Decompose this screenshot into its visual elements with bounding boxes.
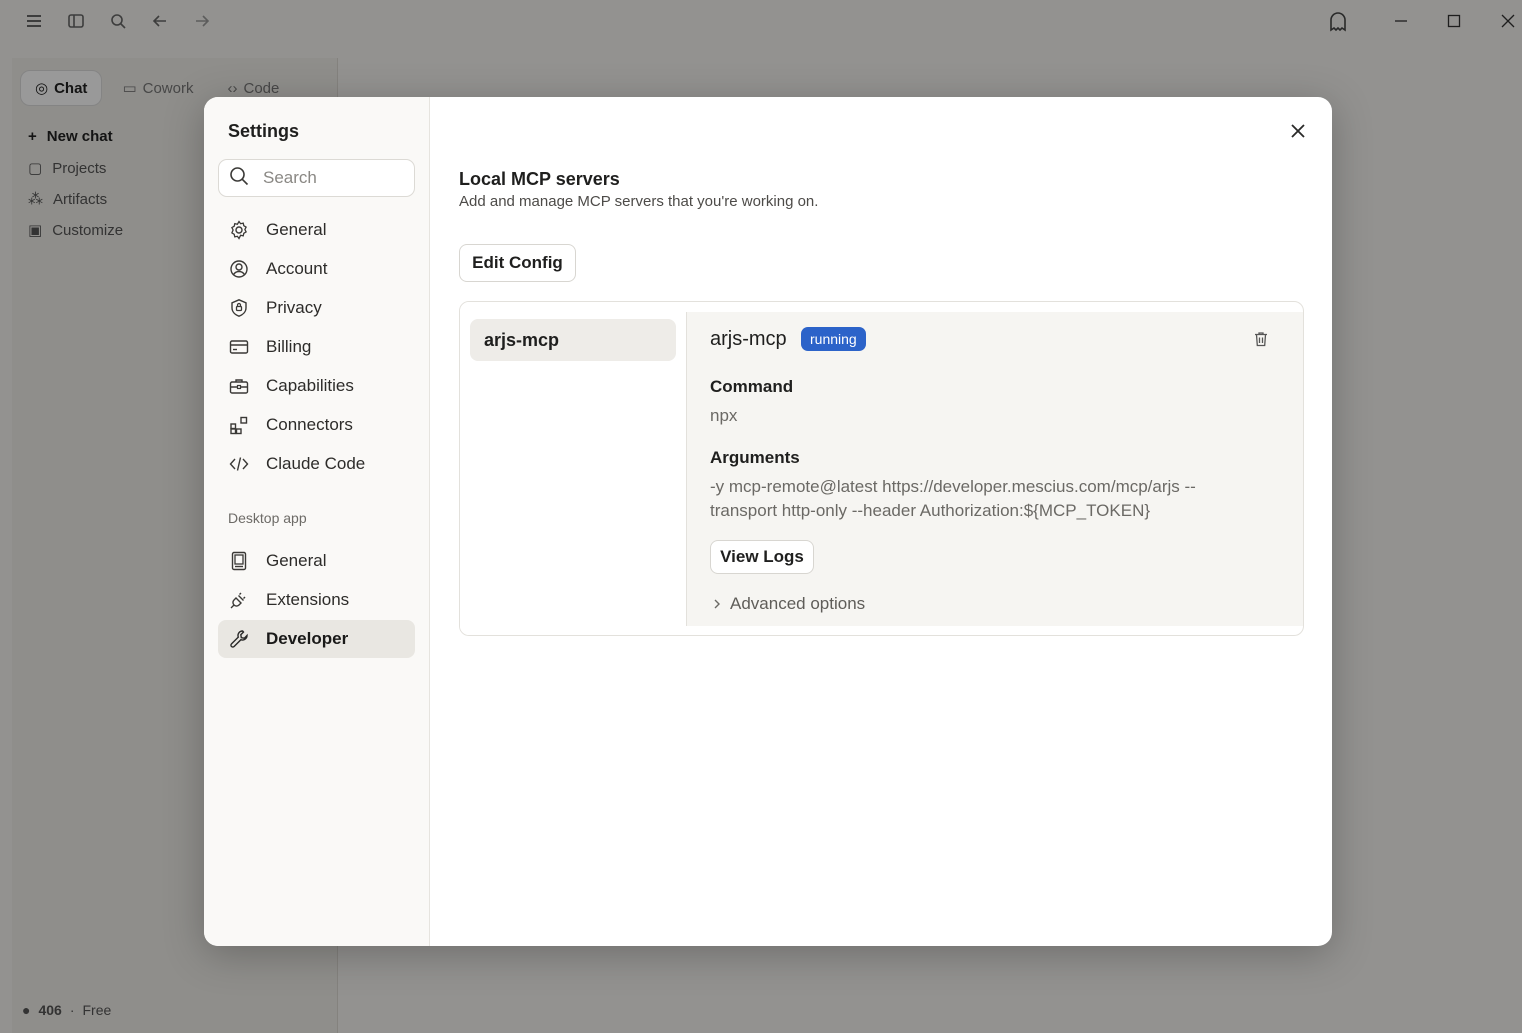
close-icon: [1291, 124, 1305, 138]
nav-developer[interactable]: Developer: [218, 620, 415, 658]
desktop-app-section-label: Desktop app: [228, 510, 307, 526]
edit-config-button[interactable]: Edit Config: [459, 244, 576, 282]
nav-desktop-general[interactable]: General: [218, 542, 415, 580]
mcp-server-panel: arjs-mcp arjs-mcp running Command npx Ar…: [459, 301, 1304, 636]
gear-icon: [231, 220, 247, 240]
settings-search[interactable]: [218, 159, 415, 197]
trash-icon: [1255, 332, 1267, 347]
nav-general[interactable]: General: [218, 211, 415, 249]
server-list: arjs-mcp: [460, 302, 686, 635]
settings-modal: Settings General Account Privacy Billing…: [204, 97, 1332, 946]
device-icon: [231, 551, 247, 571]
search-icon: [229, 166, 249, 191]
chevron-right-icon: [714, 599, 720, 609]
nav-account[interactable]: Account: [218, 250, 415, 288]
code-icon: [229, 457, 249, 471]
advanced-options-toggle[interactable]: Advanced options: [712, 594, 865, 614]
close-button[interactable]: [1286, 119, 1310, 143]
nav-connectors[interactable]: Connectors: [218, 406, 415, 444]
server-list-item[interactable]: arjs-mcp: [470, 319, 676, 361]
arguments-value-line-1: -y mcp-remote@latest https://developer.m…: [710, 477, 1196, 496]
page-subtitle: Add and manage MCP servers that you're w…: [459, 193, 819, 210]
nav-extensions[interactable]: Extensions: [218, 581, 415, 619]
arguments-label: Arguments: [710, 448, 800, 467]
settings-title: Settings: [228, 121, 300, 141]
arguments-value-line-2: transport http-only --header Authorizati…: [710, 501, 1151, 520]
settings-content: Local MCP servers Add and manage MCP ser…: [430, 97, 1332, 946]
page-title: Local MCP servers: [459, 169, 620, 189]
server-name: arjs-mcp: [710, 328, 787, 350]
connectors-icon: [230, 416, 248, 435]
nav-privacy[interactable]: Privacy: [218, 289, 415, 327]
status-badge: running: [801, 327, 866, 351]
wrench-icon: [230, 630, 248, 648]
nav-claude-code[interactable]: Claude Code: [218, 445, 415, 483]
nav-billing[interactable]: Billing: [218, 328, 415, 366]
command-value: npx: [710, 406, 738, 425]
plug-icon: [230, 592, 246, 609]
delete-server-button[interactable]: [1252, 330, 1270, 348]
settings-sidebar: Settings General Account Privacy Billing…: [204, 97, 430, 946]
view-logs-button[interactable]: View Logs: [710, 540, 814, 574]
search-input[interactable]: [263, 168, 403, 188]
server-detail: arjs-mcp running Command npx Arguments -…: [686, 312, 1303, 626]
command-label: Command: [710, 377, 794, 396]
account-icon: [230, 260, 248, 278]
nav-capabilities[interactable]: Capabilities: [218, 367, 415, 405]
toolbox-icon: [229, 379, 249, 394]
card-icon: [229, 340, 249, 354]
shield-icon: [231, 299, 247, 317]
